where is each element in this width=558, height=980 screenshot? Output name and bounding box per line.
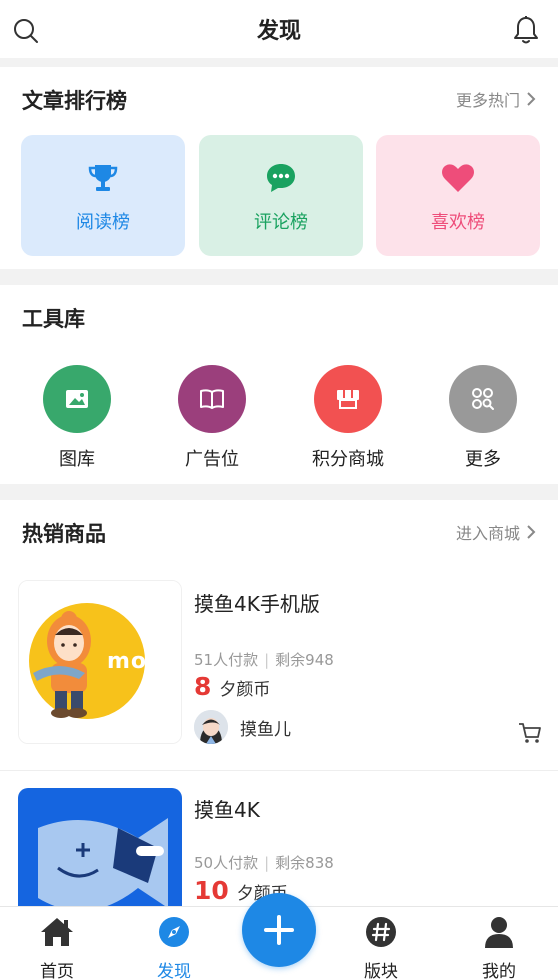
heart-icon [442, 164, 474, 192]
product-name: 摸鱼4K [194, 798, 260, 822]
shop-icon [337, 390, 359, 409]
product-card[interactable]: moyu 摸鱼4K手机版 51人付款 | 剩余948 8 夕颜币 摸鱼儿 [0, 568, 558, 770]
chevron-right-icon [527, 525, 536, 539]
seller-name: 摸鱼儿 [240, 719, 291, 740]
cart-icon[interactable] [518, 722, 542, 744]
tab-label: 版块 [364, 962, 398, 980]
tool-gallery[interactable]: 图库 [22, 365, 132, 471]
ranking-title: 文章排行榜 [22, 89, 127, 113]
home-icon [41, 918, 73, 946]
plus-icon [264, 915, 294, 945]
tool-more[interactable]: 更多 [428, 365, 538, 471]
page-title: 发现 [256, 19, 301, 44]
tab-home[interactable]: 首页 [12, 915, 102, 980]
product-card[interactable]: 摸鱼4K 50人付款 | 剩余838 10 夕颜币 [0, 772, 558, 906]
rank-tile-label: 喜欢榜 [431, 212, 485, 233]
stock-remaining: 剩余948 [275, 651, 334, 669]
tool-ad-slot[interactable]: 广告位 [157, 365, 267, 471]
tool-points-mall[interactable]: 积分商城 [293, 365, 403, 471]
rank-tile-label: 评论榜 [254, 212, 308, 233]
moyu-logo-text: moyu [107, 649, 180, 674]
products-section: 热销商品 进入商城 moyu 摸鱼4K手机版 51人付款 | 剩余948 8 夕… [0, 500, 558, 906]
tools-title: 工具库 [22, 307, 85, 331]
products-title: 热销商品 [22, 522, 106, 546]
rank-tile-comment[interactable]: 评论榜 [199, 135, 363, 256]
paid-count: 51人付款 [194, 651, 259, 669]
top-bar: 发现 [0, 0, 558, 58]
tool-label: 积分商城 [312, 449, 384, 470]
image-icon [66, 390, 88, 408]
avatar [194, 710, 228, 744]
divider [0, 770, 558, 771]
tab-label: 首页 [40, 962, 74, 980]
compass-icon [159, 917, 189, 947]
price-unit: 夕颜币 [219, 680, 271, 700]
hashtag-icon [366, 917, 396, 947]
tool-label: 图库 [59, 449, 95, 470]
trophy-icon [88, 165, 118, 191]
product-thumbnail [18, 788, 182, 906]
product-thumbnail: moyu [18, 580, 182, 744]
book-icon [200, 389, 224, 409]
product-meta: 50人付款 | 剩余838 [194, 852, 334, 873]
more-hot-label: 更多热门 [455, 91, 520, 110]
tab-discover[interactable]: 发现 [129, 915, 219, 980]
tab-label: 我的 [482, 962, 516, 980]
chevron-right-icon [527, 92, 536, 106]
ranking-section: 文章排行榜 更多热门 阅读榜 评论榜 喜欢榜 [0, 67, 558, 269]
tab-sections[interactable]: 版块 [336, 915, 426, 980]
tool-label: 更多 [465, 449, 501, 470]
create-post-button[interactable] [242, 893, 316, 967]
more-hot-link[interactable]: 更多热门 [456, 87, 536, 111]
enter-mall-link[interactable]: 进入商城 [456, 520, 536, 544]
product-meta: 51人付款 | 剩余948 [194, 649, 334, 670]
user-icon [485, 917, 513, 948]
meta-divider: | [264, 651, 270, 669]
tab-mine[interactable]: 我的 [454, 915, 544, 980]
rank-tile-like[interactable]: 喜欢榜 [376, 135, 540, 256]
tool-label: 广告位 [185, 449, 239, 470]
moyu-fish-image [18, 788, 182, 906]
bell-icon[interactable] [512, 15, 540, 45]
rank-tile-label: 阅读榜 [76, 212, 130, 233]
chat-bubble-icon [267, 164, 295, 192]
product-name: 摸鱼4K手机版 [194, 592, 320, 616]
meta-divider: | [264, 854, 270, 872]
paid-count: 50人付款 [194, 854, 259, 872]
price-value: 10 [194, 876, 229, 905]
grid-search-icon [472, 388, 494, 410]
stock-remaining: 剩余838 [275, 854, 334, 872]
tab-label: 发现 [157, 962, 191, 980]
tools-section: 工具库 图库 广告位 积分商城 更多 [0, 285, 558, 484]
price-value: 8 [194, 672, 212, 701]
seller-info[interactable]: 摸鱼儿 [194, 710, 291, 744]
rank-tile-read[interactable]: 阅读榜 [21, 135, 185, 256]
product-price: 8 夕颜币 [194, 672, 270, 701]
enter-mall-label: 进入商城 [455, 524, 520, 543]
